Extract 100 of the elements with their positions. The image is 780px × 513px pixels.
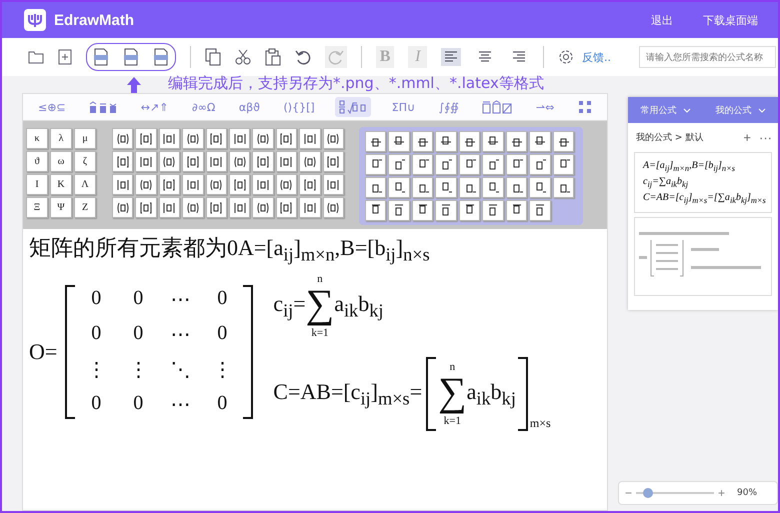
bracket-template-key[interactable] bbox=[182, 174, 204, 195]
new-file-icon[interactable] bbox=[58, 49, 72, 65]
bracket-template-key[interactable] bbox=[228, 151, 250, 172]
fraction-template-key[interactable] bbox=[529, 200, 551, 221]
symbol-key[interactable]: Ι bbox=[26, 174, 48, 195]
bracket-template-key[interactable] bbox=[252, 197, 274, 218]
bracket-template-key[interactable] bbox=[158, 128, 180, 149]
panel-tab[interactable]: 常用公式 bbox=[640, 104, 690, 116]
palette-tab[interactable]: ≤⊕⊆ bbox=[35, 97, 69, 117]
bracket-template-key[interactable] bbox=[228, 197, 250, 218]
fraction-template-key[interactable] bbox=[506, 200, 528, 221]
fraction-template-key[interactable] bbox=[482, 177, 504, 198]
bracket-template-key[interactable] bbox=[112, 151, 134, 172]
bracket-template-key[interactable] bbox=[252, 128, 274, 149]
palette-tab[interactable]: ⇀⇔ bbox=[532, 97, 558, 117]
bracket-template-key[interactable] bbox=[299, 128, 321, 149]
fraction-template-key[interactable] bbox=[435, 154, 457, 175]
export-file-icon[interactable] bbox=[93, 48, 109, 66]
fraction-template-key[interactable] bbox=[435, 177, 457, 198]
palette-tab[interactable]: (){}[] bbox=[280, 97, 318, 117]
symbol-key[interactable]: κ bbox=[26, 128, 48, 149]
bracket-template-key[interactable] bbox=[135, 151, 157, 172]
fraction-template-key[interactable] bbox=[482, 154, 504, 175]
bracket-template-key[interactable] bbox=[276, 151, 298, 172]
bracket-template-key[interactable] bbox=[276, 174, 298, 195]
bracket-template-key[interactable] bbox=[158, 174, 180, 195]
formula-thumbnail[interactable]: A=[a$_{ij}$]$_{m×n}$,B=[b$_{ij}$]$_{n×s}$ c$_{ij}$=∑a$_{ik}$b$_{kj}$ C=AB=[c$_{ij}$]$_{m×s}$=[∑a$_{ik}$b$_{kj}$]$_{m×s}$ bbox=[634, 152, 772, 213]
fraction-template-key[interactable] bbox=[412, 177, 434, 198]
cut-icon[interactable] bbox=[234, 49, 251, 65]
zoom-out-button[interactable]: − bbox=[625, 486, 632, 500]
fraction-template-key[interactable] bbox=[388, 154, 410, 175]
bracket-template-key[interactable] bbox=[112, 128, 134, 149]
palette-tab[interactable]: ∂∞Ω bbox=[189, 97, 218, 117]
paste-icon[interactable] bbox=[264, 48, 281, 66]
bracket-template-key[interactable] bbox=[112, 197, 134, 218]
palette-tab[interactable]: ↔↗⇑ bbox=[138, 97, 172, 117]
fraction-template-key[interactable] bbox=[552, 177, 574, 198]
symbol-key[interactable]: Ψ bbox=[50, 197, 72, 218]
bracket-template-key[interactable] bbox=[228, 128, 250, 149]
fraction-template-key[interactable] bbox=[435, 200, 457, 221]
bracket-template-key[interactable] bbox=[182, 128, 204, 149]
bracket-template-key[interactable] bbox=[252, 174, 274, 195]
fraction-template-key[interactable] bbox=[506, 177, 528, 198]
fraction-template-key[interactable] bbox=[552, 154, 574, 175]
bracket-template-key[interactable] bbox=[252, 151, 274, 172]
fraction-template-key[interactable] bbox=[364, 200, 386, 221]
header-link[interactable]: 退出 bbox=[651, 12, 673, 28]
bracket-template-key[interactable] bbox=[299, 151, 321, 172]
bracket-template-key[interactable] bbox=[112, 174, 134, 195]
align-button[interactable] bbox=[441, 48, 462, 66]
bracket-template-key[interactable] bbox=[322, 197, 344, 218]
fraction-template-key[interactable] bbox=[458, 200, 480, 221]
bracket-template-key[interactable] bbox=[135, 174, 157, 195]
fraction-template-key[interactable] bbox=[412, 200, 434, 221]
bracket-template-key[interactable] bbox=[322, 128, 344, 149]
bracket-template-key[interactable] bbox=[322, 174, 344, 195]
fraction-template-key[interactable] bbox=[529, 154, 551, 175]
palette-tab[interactable] bbox=[335, 97, 372, 117]
formula-thumbnail[interactable] bbox=[634, 217, 772, 296]
feedback-link[interactable]: 反馈.. bbox=[582, 50, 612, 64]
symbol-key[interactable]: ϑ bbox=[26, 151, 48, 172]
fraction-template-key[interactable] bbox=[458, 177, 480, 198]
fraction-template-key[interactable] bbox=[412, 154, 434, 175]
fraction-template-key[interactable] bbox=[506, 154, 528, 175]
bracket-template-key[interactable] bbox=[276, 128, 298, 149]
bracket-template-key[interactable] bbox=[135, 197, 157, 218]
export-file-icon[interactable] bbox=[123, 48, 139, 66]
fraction-template-key[interactable] bbox=[388, 200, 410, 221]
copy-icon[interactable] bbox=[204, 48, 221, 66]
panel-tab[interactable]: 我的公式 bbox=[716, 104, 766, 116]
bracket-template-key[interactable] bbox=[206, 197, 227, 218]
bracket-template-key[interactable] bbox=[299, 174, 321, 195]
more-button[interactable]: ··· bbox=[759, 131, 772, 144]
symbol-key[interactable]: ω bbox=[50, 151, 72, 172]
symbol-key[interactable]: Λ bbox=[74, 174, 96, 195]
palette-tab[interactable]: ΣΠ∪ bbox=[388, 97, 418, 117]
search-field[interactable]: 请输入您所需搜索的公式名称 bbox=[639, 46, 776, 68]
folder-icon[interactable] bbox=[28, 50, 44, 64]
fraction-template-key[interactable] bbox=[412, 131, 434, 152]
fraction-template-key[interactable] bbox=[364, 131, 386, 152]
symbol-key[interactable]: ζ bbox=[74, 151, 96, 172]
symbol-key[interactable]: λ bbox=[50, 128, 72, 149]
bracket-template-key[interactable] bbox=[135, 128, 157, 149]
fraction-template-key[interactable] bbox=[529, 131, 551, 152]
fraction-template-key[interactable] bbox=[364, 177, 386, 198]
bracket-template-key[interactable] bbox=[206, 151, 227, 172]
undo-icon[interactable] bbox=[294, 49, 311, 65]
bracket-template-key[interactable] bbox=[158, 197, 180, 218]
fraction-template-key[interactable] bbox=[506, 131, 528, 152]
palette-tab[interactable]: ∫∮∯ bbox=[436, 97, 462, 117]
palette-tab[interactable]: αβϑ bbox=[236, 97, 263, 117]
bracket-template-key[interactable] bbox=[182, 197, 204, 218]
symbol-key[interactable]: Ξ bbox=[26, 197, 48, 218]
bracket-template-key[interactable] bbox=[182, 151, 204, 172]
fraction-template-key[interactable] bbox=[529, 177, 551, 198]
add-button[interactable]: + bbox=[743, 131, 751, 144]
fraction-template-key[interactable] bbox=[388, 131, 410, 152]
symbol-key[interactable]: Κ bbox=[50, 174, 72, 195]
bracket-template-key[interactable] bbox=[206, 174, 227, 195]
fraction-template-key[interactable] bbox=[388, 177, 410, 198]
